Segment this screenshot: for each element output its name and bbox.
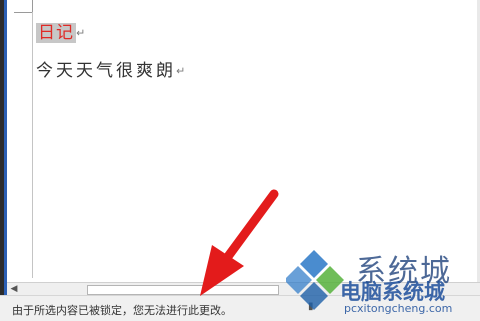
watermark-url: pcxitongcheng.com [344,302,453,315]
watermark: 系统城 电脑系统城 pcxitongcheng.com [286,246,480,320]
